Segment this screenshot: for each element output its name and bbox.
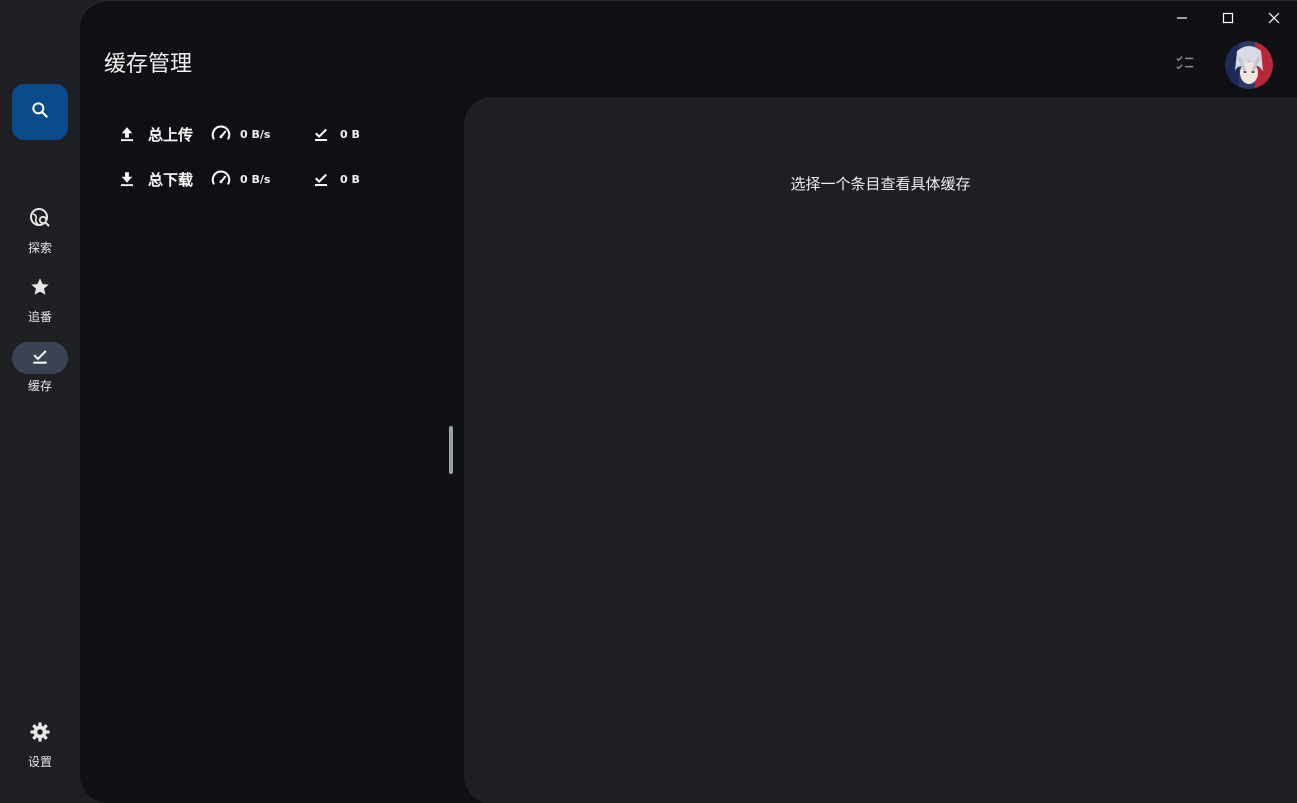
checklist-icon [1174, 52, 1196, 78]
nav-item-cache[interactable]: 缓存 [0, 342, 80, 394]
main-surface: 缓存管理 总上传 0 B/s 0 B 总下载 0 B/s 0 B 选择一个条目查… [80, 0, 1297, 803]
nav-pill [12, 718, 68, 750]
transfer-stats: 总上传 0 B/s 0 B 总下载 0 B/s 0 B [116, 119, 360, 209]
nav-pill-active [12, 342, 68, 374]
upload-stats-row: 总上传 0 B/s 0 B [116, 119, 360, 149]
close-icon [1268, 9, 1280, 28]
batch-select-button[interactable] [1165, 45, 1205, 85]
nav-label-discover: 探索 [27, 241, 52, 255]
nav-pill [12, 204, 68, 236]
upload-total: 0 B [340, 127, 360, 141]
search-icon [30, 100, 50, 124]
nav-item-discover[interactable]: 探索 [0, 204, 80, 256]
download-total: 0 B [340, 172, 360, 186]
page-title: 缓存管理 [104, 52, 193, 77]
pane-resize-handle[interactable] [449, 426, 453, 474]
nav-item-settings[interactable]: 设置 [0, 718, 80, 770]
nav-label-follow: 追番 [27, 310, 52, 324]
nav-pill [12, 273, 68, 305]
speedometer-icon [210, 168, 232, 190]
nav-label-cache: 缓存 [27, 379, 52, 393]
app-window: 探索 追番 缓存 设置 缓存管理 总上传 0 B/s 0 B 总下载 0 B/s… [0, 0, 1297, 803]
download-icon [116, 168, 138, 190]
upload-icon [116, 123, 138, 145]
download-label: 总下载 [148, 170, 194, 189]
star-icon [29, 276, 51, 302]
nav-item-follow[interactable]: 追番 [0, 273, 80, 325]
nav-label-settings: 设置 [27, 755, 52, 769]
explore-search-icon [28, 206, 52, 234]
maximize-icon [1222, 9, 1234, 28]
upload-label: 总上传 [148, 125, 194, 144]
cache-detail-pane: 选择一个条目查看具体缓存 [464, 97, 1297, 803]
download-done-icon [310, 123, 332, 145]
maximize-button[interactable] [1205, 1, 1251, 35]
window-controls [1159, 1, 1297, 35]
top-actions [1165, 41, 1273, 89]
minimize-icon [1176, 9, 1188, 28]
close-button[interactable] [1251, 1, 1297, 35]
speedometer-icon [210, 123, 232, 145]
upload-speed: 0 B/s [240, 127, 271, 141]
avatar[interactable] [1225, 41, 1273, 89]
download-speed: 0 B/s [240, 172, 271, 186]
minimize-button[interactable] [1159, 1, 1205, 35]
search-button[interactable] [12, 84, 68, 140]
empty-state-text: 选择一个条目查看具体缓存 [790, 175, 971, 193]
download-done-icon [310, 168, 332, 190]
download-stats-row: 总下载 0 B/s 0 B [116, 164, 360, 194]
download-done-icon [30, 346, 50, 370]
gear-icon [29, 721, 51, 747]
navigation-rail: 探索 追番 缓存 设置 [0, 0, 80, 803]
